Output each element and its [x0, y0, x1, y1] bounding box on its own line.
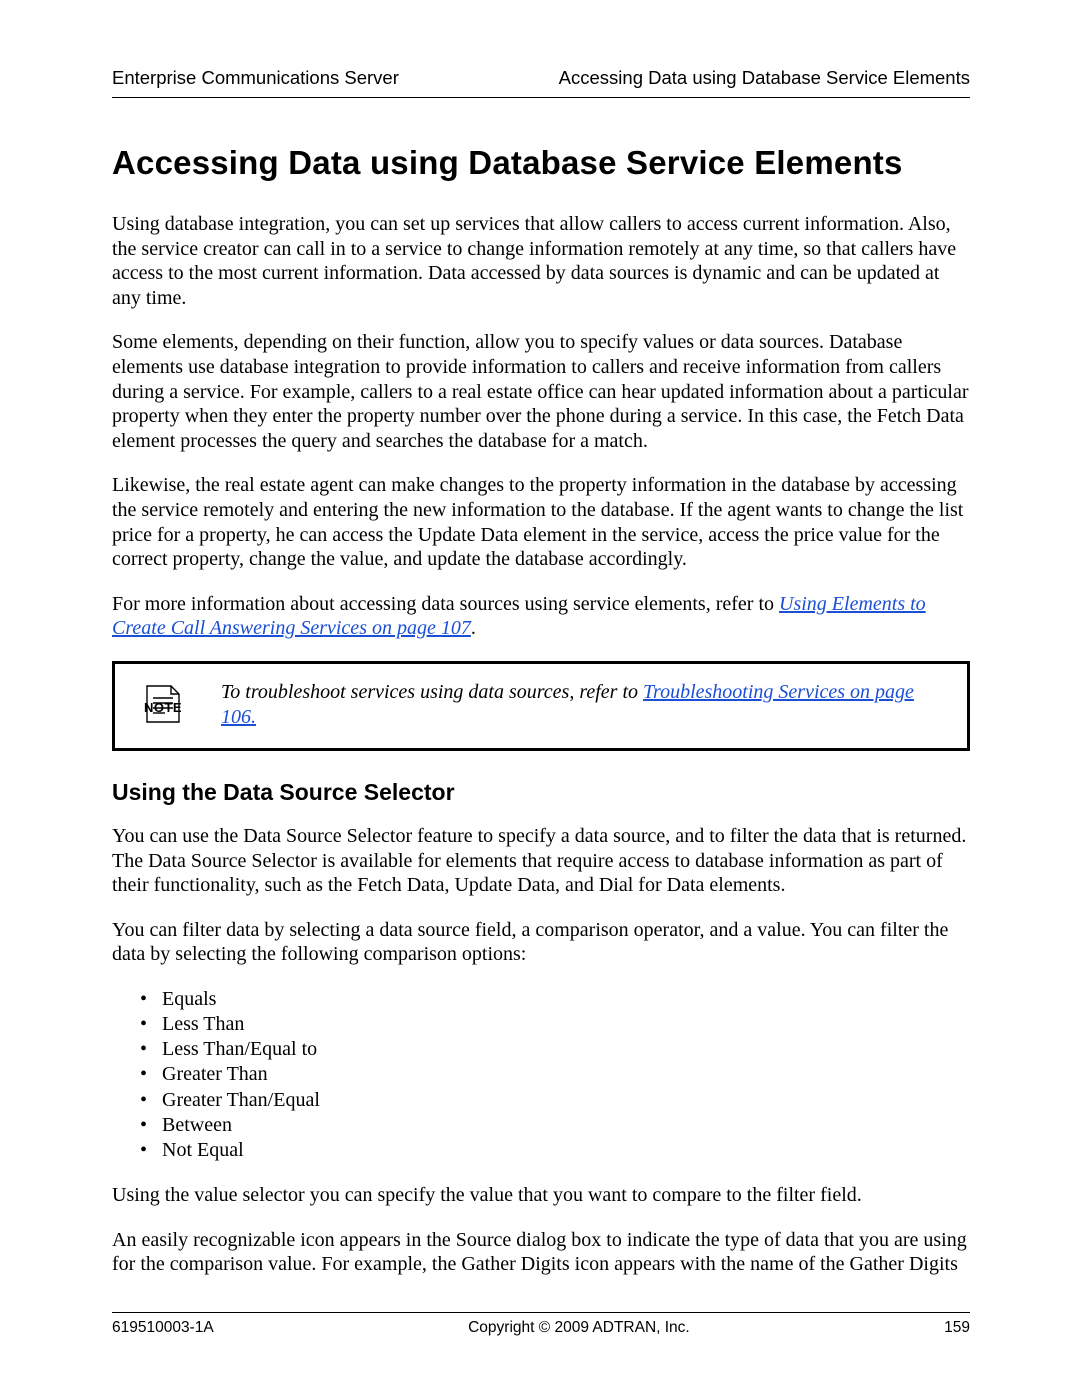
section-heading-selector: Using the Data Source Selector [112, 779, 970, 806]
intro-paragraph-2: Some elements, depending on their functi… [112, 330, 970, 453]
running-header: Enterprise Communications Server Accessi… [112, 67, 970, 98]
header-right: Accessing Data using Database Service El… [559, 67, 970, 89]
list-item: Not Equal [140, 1138, 970, 1163]
intro-p4-posttext: . [471, 617, 476, 639]
list-item: Equals [140, 987, 970, 1012]
note-pretext: To troubleshoot services using data sour… [221, 681, 643, 703]
note-label: NOTE [144, 700, 182, 715]
footer-doc-number: 619510003-1A [112, 1319, 214, 1337]
footer-page-number: 159 [944, 1319, 970, 1337]
list-item: Greater Than/Equal [140, 1088, 970, 1113]
list-item: Greater Than [140, 1062, 970, 1087]
intro-p4-pretext: For more information about accessing dat… [112, 593, 779, 615]
intro-paragraph-4: For more information about accessing dat… [112, 592, 970, 641]
selector-paragraph-1: You can use the Data Source Selector fea… [112, 824, 970, 898]
document-page: Enterprise Communications Server Accessi… [0, 0, 1080, 1397]
page-title: Accessing Data using Database Service El… [112, 144, 970, 182]
header-left: Enterprise Communications Server [112, 67, 399, 89]
list-item: Less Than [140, 1012, 970, 1037]
list-item: Between [140, 1113, 970, 1138]
page-footer: 619510003-1A Copyright © 2009 ADTRAN, In… [112, 1312, 970, 1337]
selector-paragraph-2: You can filter data by selecting a data … [112, 918, 970, 967]
note-callout: NOTE To troubleshoot services using data… [112, 661, 970, 751]
intro-paragraph-1: Using database integration, you can set … [112, 212, 970, 310]
list-item: Less Than/Equal to [140, 1037, 970, 1062]
note-icon: NOTE [137, 678, 189, 715]
selector-paragraph-3: Using the value selector you can specify… [112, 1183, 970, 1208]
comparison-list: Equals Less Than Less Than/Equal to Grea… [140, 987, 970, 1163]
note-text: To troubleshoot services using data sour… [221, 678, 945, 730]
selector-paragraph-4: An easily recognizable icon appears in t… [112, 1228, 970, 1277]
intro-paragraph-3: Likewise, the real estate agent can make… [112, 473, 970, 571]
footer-copyright: Copyright © 2009 ADTRAN, Inc. [468, 1319, 690, 1337]
